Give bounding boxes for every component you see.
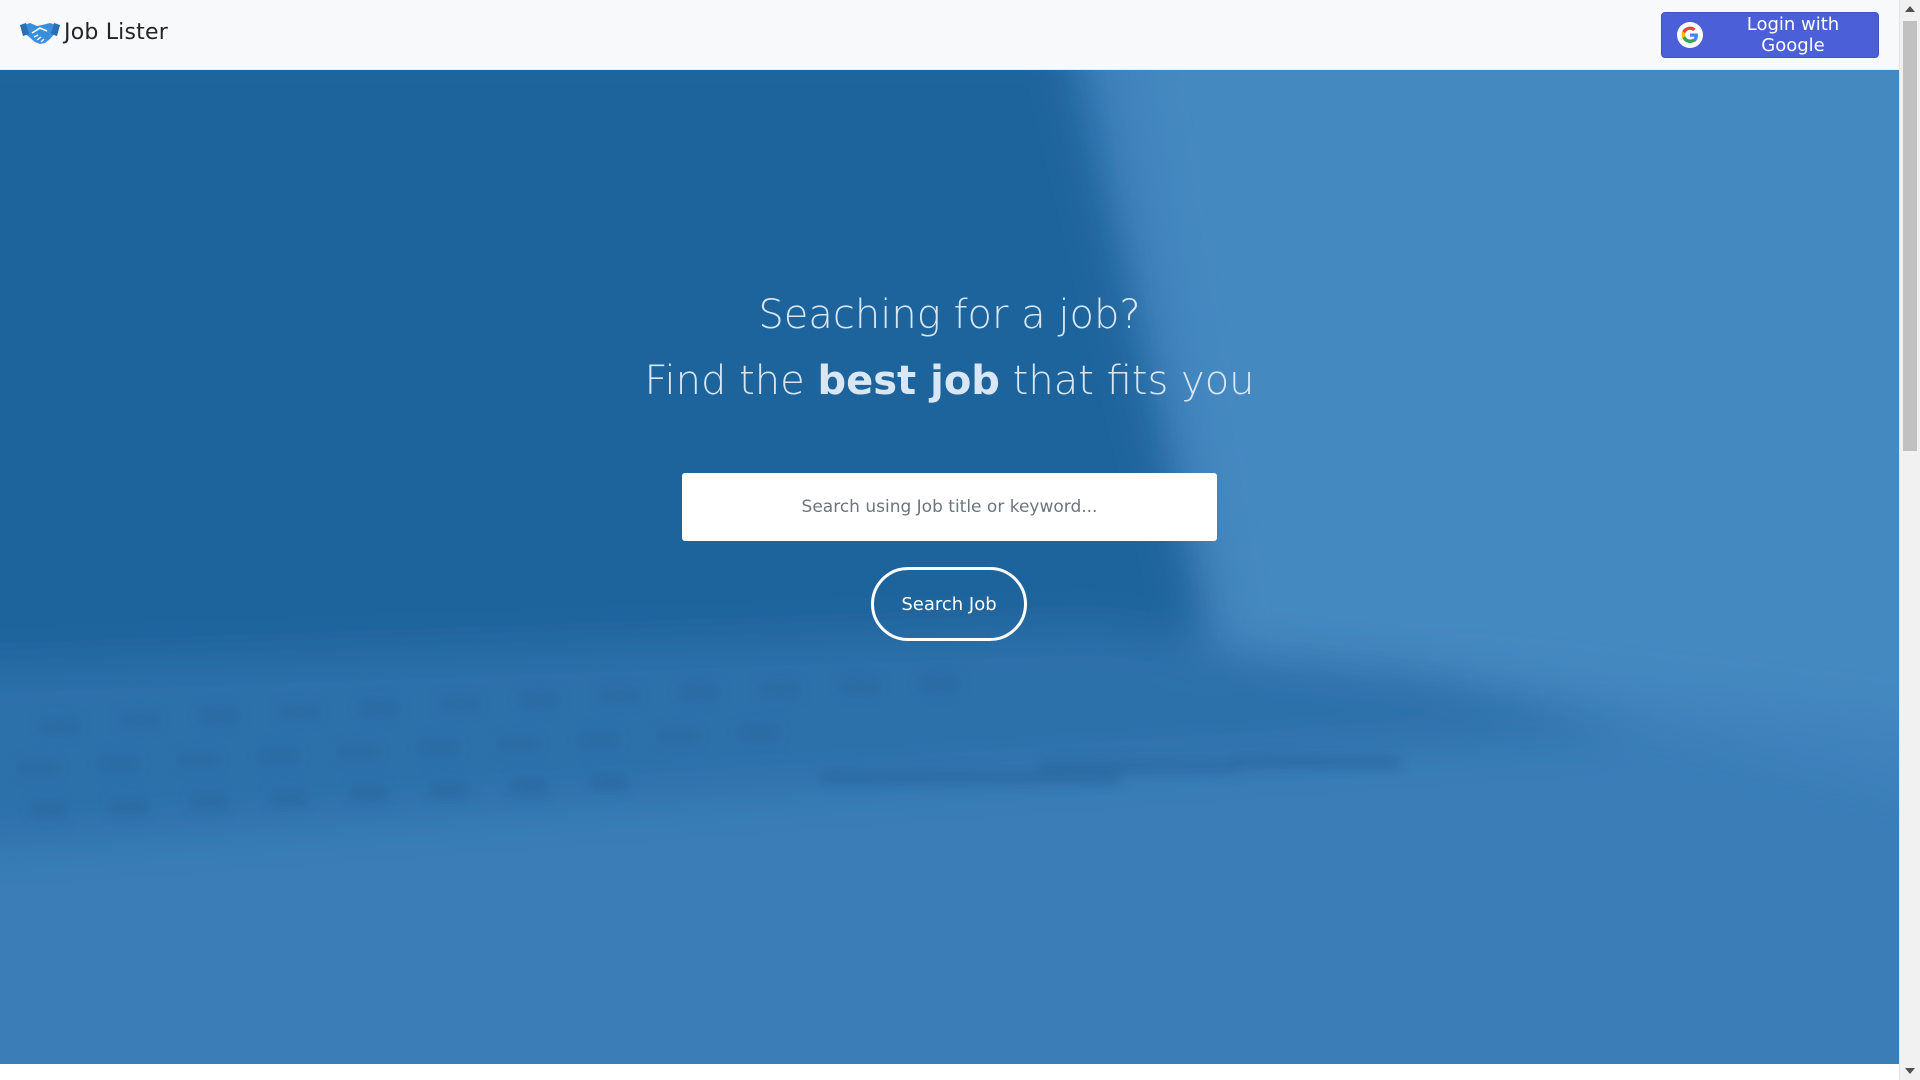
job-search-input[interactable] xyxy=(682,473,1217,541)
below-hero-area xyxy=(0,1064,1899,1080)
navbar: Job Lister Login with Google xyxy=(0,0,1899,70)
brand-link[interactable]: Job Lister xyxy=(20,17,168,47)
hero-section: Seaching for a job? Find the best job th… xyxy=(0,70,1899,1064)
hero-content: Seaching for a job? Find the best job th… xyxy=(0,70,1899,1064)
subheadline-prefix: Find the xyxy=(644,358,818,404)
subheadline-emphasis: best job xyxy=(817,358,1000,404)
scrollbar-thumb[interactable] xyxy=(1903,21,1917,451)
handshake-icon xyxy=(20,23,60,44)
brand-name: Job Lister xyxy=(64,19,168,45)
vertical-scrollbar[interactable] xyxy=(1899,0,1920,1080)
login-with-google-button[interactable]: Login with Google xyxy=(1661,12,1879,58)
login-button-label: Login with Google xyxy=(1746,14,1840,56)
google-icon xyxy=(1677,22,1703,48)
scroll-down-arrow-icon[interactable] xyxy=(1905,1068,1915,1074)
hero-headline: Seaching for a job? xyxy=(758,292,1141,338)
page: Job Lister Login with Google Seaching fo… xyxy=(0,0,1899,1080)
scroll-up-arrow-icon[interactable] xyxy=(1905,6,1915,12)
search-job-button[interactable]: Search Job xyxy=(871,567,1027,641)
subheadline-suffix: that fits you xyxy=(999,358,1255,404)
hero-subheadline: Find the best job that fits you xyxy=(0,358,1899,404)
